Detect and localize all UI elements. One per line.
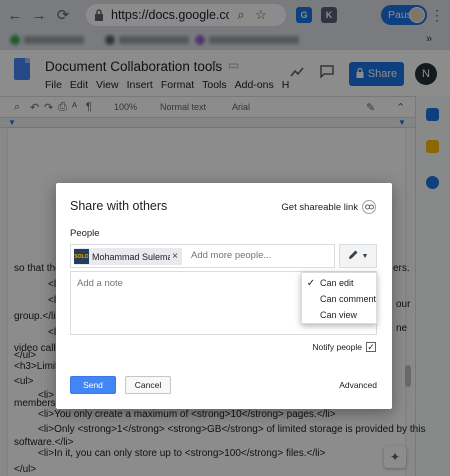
permission-dropdown-button[interactable]: ▼ <box>339 244 377 268</box>
remove-person-icon[interactable]: × <box>172 251 178 262</box>
advanced-link[interactable]: Advanced <box>339 380 377 390</box>
notify-people-toggle[interactable]: Notify people ✓ <box>312 342 376 352</box>
dialog-title: Share with others <box>70 199 168 213</box>
get-shareable-link-label: Get shareable link <box>281 201 358 213</box>
send-button[interactable]: Send <box>70 376 116 394</box>
notify-people-label: Notify people <box>312 342 362 352</box>
pencil-icon <box>348 249 359 263</box>
cancel-button[interactable]: Cancel <box>125 376 171 394</box>
permission-option-label: Can comment <box>320 294 377 304</box>
permission-option-can-view[interactable]: Can view <box>302 307 378 323</box>
permission-option-label: Can view <box>320 310 358 320</box>
checkmark-icon: ✓ <box>306 277 316 289</box>
person-avatar: SOLO <box>74 249 89 264</box>
people-label: People <box>70 228 100 239</box>
get-shareable-link-button[interactable]: Get shareable link <box>281 200 376 214</box>
permission-option-label: Can edit <box>320 278 354 288</box>
person-chip[interactable]: SOLO Mohammad Suleman × <box>74 248 182 265</box>
share-dialog: Share with others Get shareable link Peo… <box>56 183 392 409</box>
permission-option-can-edit[interactable]: ✓ Can edit <box>302 275 378 291</box>
notify-checkbox[interactable]: ✓ <box>366 342 376 352</box>
link-icon <box>362 200 376 214</box>
chevron-down-icon: ▼ <box>361 252 369 260</box>
permission-menu: ✓ Can edit Can comment Can view <box>301 272 377 324</box>
add-people-input[interactable] <box>191 250 331 261</box>
person-chip-name: Mohammad Suleman <box>92 251 171 262</box>
permission-option-can-comment[interactable]: Can comment <box>302 291 378 307</box>
people-input-field[interactable]: SOLO Mohammad Suleman × <box>70 244 335 268</box>
